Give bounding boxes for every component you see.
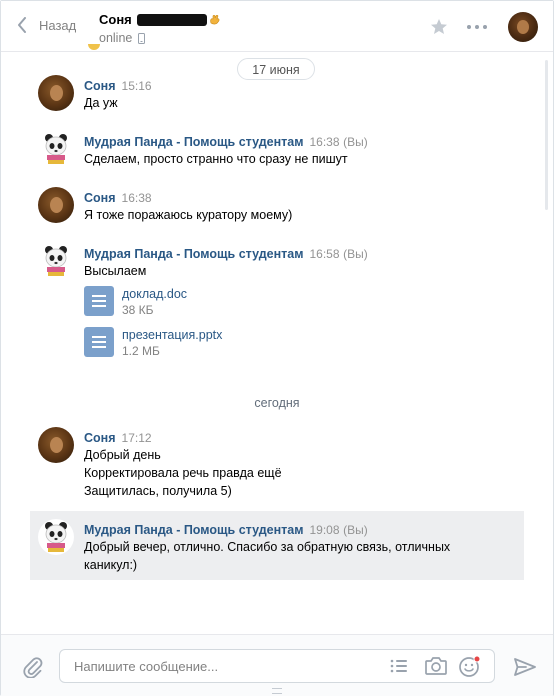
panda-avatar-icon xyxy=(45,522,67,552)
message-time[interactable]: 16:58 xyxy=(309,247,339,261)
online-status-text: online xyxy=(99,31,133,45)
list-icon[interactable] xyxy=(390,658,408,674)
document-icon xyxy=(84,286,114,316)
message-author-line: Соня 17:12 xyxy=(84,430,152,445)
more-dots-icon[interactable] xyxy=(467,25,487,29)
back-button[interactable]: Назад xyxy=(17,17,76,33)
message-author-line: Соня 15:16 xyxy=(84,78,152,93)
online-status: online xyxy=(99,31,146,45)
panda-avatar-icon xyxy=(45,134,67,164)
message-time[interactable]: 15:16 xyxy=(122,79,152,93)
message-input[interactable] xyxy=(72,658,376,675)
message-time[interactable]: 17:12 xyxy=(122,431,152,445)
document-name[interactable]: презентация.pptx xyxy=(122,327,222,343)
message-text: Защитилась, получила 5) xyxy=(84,484,232,498)
document-name[interactable]: доклад.doc xyxy=(122,286,187,302)
document-size: 1.2 МБ xyxy=(122,344,160,358)
document-icon xyxy=(84,327,114,357)
dialog-header: Назад Соня online xyxy=(1,1,553,52)
message-composer xyxy=(1,634,553,696)
message-author-line: Мудрая Панда - Помощь студентам 16:38 (Вы… xyxy=(84,134,368,149)
message-time[interactable]: 16:38 xyxy=(122,191,152,205)
panda-avatar-icon xyxy=(45,246,67,276)
author-name[interactable]: Мудрая Панда - Помощь студентам xyxy=(84,135,303,149)
date-separator: 17 июня xyxy=(237,58,315,80)
message-time[interactable]: 19:08 xyxy=(309,523,339,537)
peer-name[interactable]: Соня xyxy=(99,12,221,27)
message-time[interactable]: 16:38 xyxy=(309,135,339,149)
author-name[interactable]: Соня xyxy=(84,79,116,93)
notification-dot-icon xyxy=(473,655,481,663)
document-attachment[interactable]: доклад.doc 38 КБ xyxy=(84,286,187,318)
message-text: Высылаем xyxy=(84,264,147,278)
peer-name-text: Соня xyxy=(99,12,132,27)
author-name[interactable]: Мудрая Панда - Помощь студентам xyxy=(84,247,303,261)
you-marker: (Вы) xyxy=(343,247,368,261)
message-text: Корректировала речь правда ещё xyxy=(84,466,282,480)
back-label: Назад xyxy=(39,17,77,33)
star-icon[interactable] xyxy=(430,18,448,35)
document-size: 38 КБ xyxy=(122,303,154,317)
avatar[interactable] xyxy=(38,187,74,223)
you-marker: (Вы) xyxy=(343,135,368,149)
peer-avatar[interactable] xyxy=(508,12,538,42)
waving-hand-emoji-icon xyxy=(210,14,220,25)
author-name[interactable]: Соня xyxy=(84,431,116,445)
resize-handle[interactable] xyxy=(272,688,282,694)
avatar[interactable] xyxy=(38,243,74,279)
message-author-line: Мудрая Панда - Помощь студентам 16:58 (Вы… xyxy=(84,246,368,261)
message-author-line: Мудрая Панда - Помощь студентам 19:08 (Вы… xyxy=(84,522,368,537)
paperclip-icon[interactable] xyxy=(23,656,43,678)
mobile-phone-icon xyxy=(138,32,146,44)
message-author-line: Соня 16:38 xyxy=(84,190,152,205)
emoji-icon[interactable] xyxy=(458,655,482,677)
author-name[interactable]: Мудрая Панда - Помощь студентам xyxy=(84,523,303,537)
redacted-surname xyxy=(136,13,207,26)
message-text: Сделаем, просто странно что сразу не пиш… xyxy=(84,152,348,166)
author-name[interactable]: Соня xyxy=(84,191,116,205)
message-text: Добрый день xyxy=(84,448,161,462)
message-text: Добрый вечер, отлично. Спасибо за обратн… xyxy=(84,540,451,554)
message-text: Я тоже поражаюсь куратору моему) xyxy=(84,208,293,222)
message-text: каникул:) xyxy=(84,558,138,572)
avatar[interactable] xyxy=(38,131,74,167)
message-input-box[interactable] xyxy=(59,649,495,683)
avatar[interactable] xyxy=(38,75,74,111)
avatar[interactable] xyxy=(38,427,74,463)
date-separator: сегодня xyxy=(254,396,300,410)
document-attachment[interactable]: презентация.pptx 1.2 МБ xyxy=(84,327,222,359)
send-icon[interactable] xyxy=(514,658,536,676)
you-marker: (Вы) xyxy=(343,523,368,537)
message-text: Да уж xyxy=(84,96,118,110)
chevron-left-icon xyxy=(18,17,26,33)
camera-icon[interactable] xyxy=(425,656,447,676)
avatar[interactable] xyxy=(38,519,74,555)
scrollbar[interactable] xyxy=(545,60,548,210)
